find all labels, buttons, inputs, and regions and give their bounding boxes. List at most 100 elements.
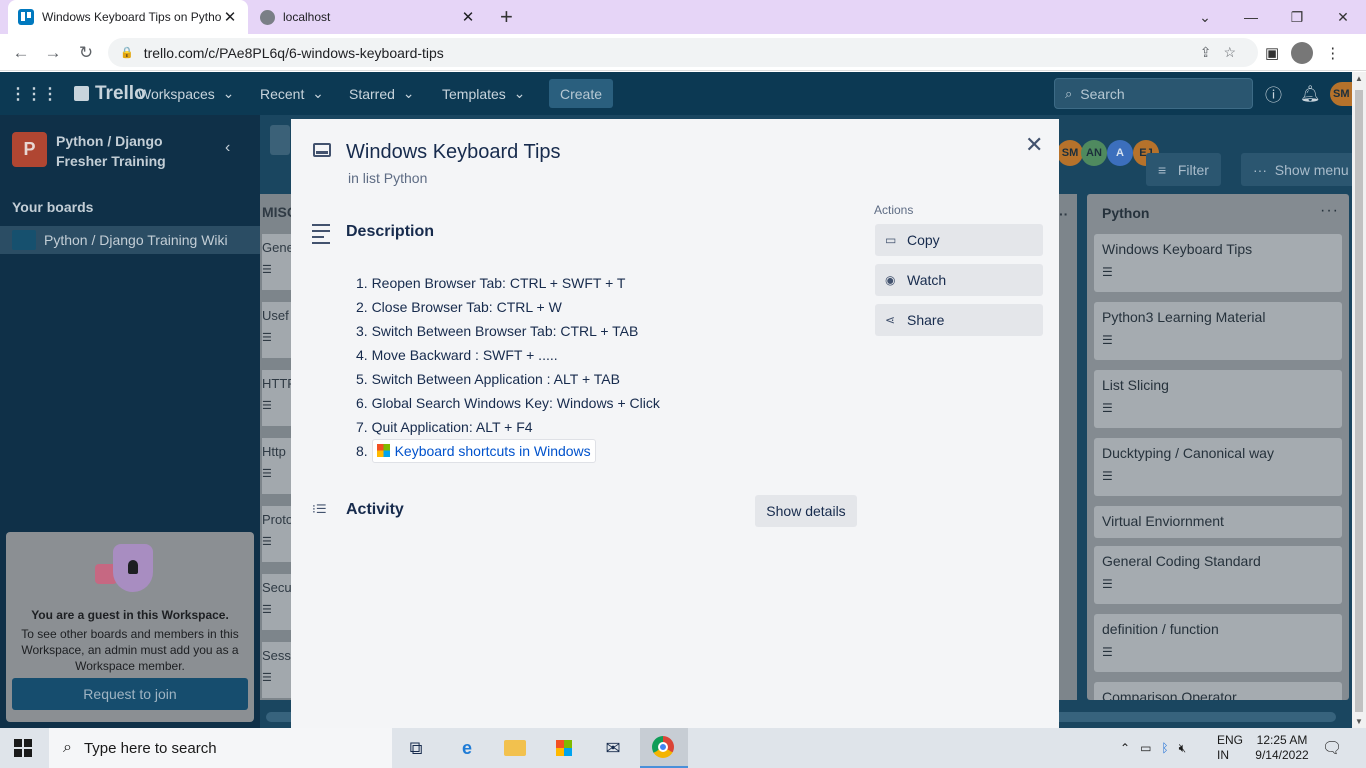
list-card[interactable]: Comparison Operator [1094,682,1342,700]
create-button[interactable]: Create [549,79,613,108]
input-language[interactable]: ENG IN [1217,733,1243,763]
restore-icon[interactable]: ❐ [1274,0,1320,34]
notifications-bell-icon[interactable]: 🔔︎ [1300,72,1320,115]
description-icon: ☰ [1102,645,1113,659]
list-card[interactable]: Virtual Enviornment [1094,506,1342,538]
list-card[interactable]: Usef ☰ [262,302,291,358]
volume-muted-icon[interactable]: 🔇︎ [1179,741,1187,756]
guest-title: You are a guest in this Workspace. [31,608,229,622]
share-icon[interactable]: ⇪ [1200,44,1224,60]
file-explorer-icon[interactable] [503,736,527,760]
info-icon[interactable]: ⓘ [1265,72,1282,115]
board-title-button[interactable] [270,125,290,155]
reload-icon[interactable]: ↻ [75,42,97,64]
bookmark-star-icon[interactable]: ☆ [1223,44,1248,60]
side-panel-icon[interactable]: ▣ [1265,44,1279,62]
trello-board-icon [74,86,89,101]
new-tab-icon[interactable]: + [500,6,513,28]
list-card[interactable]: HTTP☰ [262,370,291,426]
nav-workspaces[interactable]: Workspaces ⌄ [138,72,234,115]
collapse-sidebar-icon[interactable]: ‹ [225,139,230,157]
share-button[interactable]: ⋖ Share [875,304,1043,336]
description-item: 8. Keyboard shortcuts in Windows [346,439,660,463]
list-card[interactable]: Sessi ☰ [262,642,291,698]
close-tab-icon[interactable]: ✕ [460,8,476,26]
description-icon: ☰ [1102,401,1113,415]
description-icon: ☰ [262,400,272,412]
sidebar-board-item[interactable]: Python / Django Training Wiki [0,226,260,254]
copy-button[interactable]: ▭ Copy [875,224,1043,256]
search-input[interactable]: ⌕ Search [1054,78,1253,109]
description-item: 4. Move Backward : SWFT + ..... [356,347,558,363]
list-menu-icon[interactable]: ··· [1320,202,1339,220]
microsoft-store-icon[interactable] [552,736,576,760]
list-card[interactable]: Ducktyping / Canonical way ☰ [1094,438,1342,496]
card-list-name: in list Python [348,170,428,186]
description-item: 7. Quit Application: ALT + F4 [356,419,533,435]
profile-avatar[interactable] [1291,42,1314,64]
nav-starred[interactable]: Starred ⌄ [349,72,414,115]
page-vertical-scrollbar[interactable]: ▲ ▼ [1352,72,1366,728]
list-card[interactable]: List Slicing ☰ [1094,370,1342,428]
filter-icon: ≡ [1158,161,1167,178]
list-card[interactable]: Http ☰ [262,438,291,494]
keyboard-shortcuts-link[interactable]: Keyboard shortcuts in Windows [371,439,596,463]
forward-icon[interactable]: → [42,42,64,64]
edge-browser-icon[interactable]: e [455,736,479,760]
tab-search-icon[interactable]: ⌄ [1182,0,1228,34]
watch-button[interactable]: ◉ Watch [875,264,1043,296]
close-window-icon[interactable]: ✕ [1320,0,1366,34]
chrome-taskbar-button[interactable] [640,728,688,768]
show-details-button[interactable]: Show details [755,495,857,527]
list-card[interactable]: Proto ☰ [262,506,291,562]
chevron-down-icon: ⌄ [312,85,324,101]
member-avatar[interactable]: AN [1081,140,1107,166]
user-avatar[interactable]: SM [1330,82,1354,106]
back-icon[interactable]: ← [10,42,32,64]
list-card[interactable]: definition / function ☰ [1094,614,1342,672]
card-title[interactable]: Windows Keyboard Tips [346,141,561,164]
list-card[interactable]: Windows Keyboard Tips ☰ [1094,234,1342,292]
menu-kebab-icon[interactable]: ⋮ [1325,44,1340,62]
list-python: Python ··· Windows Keyboard Tips ☰ Python… [1087,194,1349,700]
workspace-sidebar: P Python / Django Fresher Training ‹ You… [0,115,260,728]
chrome-icon [652,736,674,758]
list-card[interactable]: General Coding Standard ☰ [1094,546,1342,604]
board-thumbnail [12,230,36,250]
browser-tab[interactable]: localhost ✕ [250,0,486,34]
bluetooth-icon[interactable]: ᛒ [1161,741,1168,755]
member-avatar[interactable]: SM [1057,140,1083,166]
url-bar[interactable]: 🔒 trello.com/c/PAe8PL6q/6-windows-keyboa… [108,38,1258,67]
guest-text: To see other boards and members in this … [21,627,239,673]
trello-logo[interactable]: ⋮⋮⋮ Trello [10,72,146,115]
description-item: 2. Close Browser Tab: CTRL + W [356,299,562,315]
close-icon[interactable]: ✕ [1025,132,1043,158]
browser-tab-active[interactable]: Windows Keyboard Tips on Pytho ✕ [8,0,248,34]
description-icon: ☰ [262,468,272,480]
request-to-join-button[interactable]: Request to join [12,678,248,710]
member-avatar[interactable]: A [1107,140,1133,166]
chevron-up-icon[interactable]: ⌃ [1120,741,1130,755]
show-menu-button[interactable]: ··· Show menu [1241,153,1352,186]
close-tab-icon[interactable]: ✕ [222,8,238,26]
app-switcher-icon[interactable]: ⋮⋮⋮ [10,84,58,104]
task-view-icon[interactable]: ⧉ [404,736,428,760]
description-icon: ☰ [1102,265,1113,279]
notification-center-icon[interactable]: 🗨︎ [1322,738,1342,758]
description-content[interactable]: 1. Reopen Browser Tab: CTRL + SWFT + T 2… [346,271,660,463]
filter-button[interactable]: ≡ Filter [1146,153,1221,186]
minimize-icon[interactable]: — [1228,0,1274,34]
nav-templates[interactable]: Templates ⌄ [442,72,525,115]
mail-icon[interactable]: ✉ [601,736,625,760]
windows-start-icon[interactable] [14,739,32,757]
taskbar-search-input[interactable]: ⌕ Type here to search [49,728,392,768]
list-card[interactable]: Gene ☰ [262,234,291,290]
battery-icon[interactable]: ▭ [1140,741,1151,755]
list-card[interactable]: Secu ☰ [262,574,291,630]
list-card[interactable]: Python3 Learning Material ☰ [1094,302,1342,360]
actions-heading: Actions [874,203,914,217]
system-clock[interactable]: 12:25 AM 9/14/2022 [1252,733,1312,763]
nav-recent[interactable]: Recent ⌄ [260,72,324,115]
workspace-name[interactable]: Python / Django Fresher Training [56,131,216,171]
card-icon [313,143,331,157]
